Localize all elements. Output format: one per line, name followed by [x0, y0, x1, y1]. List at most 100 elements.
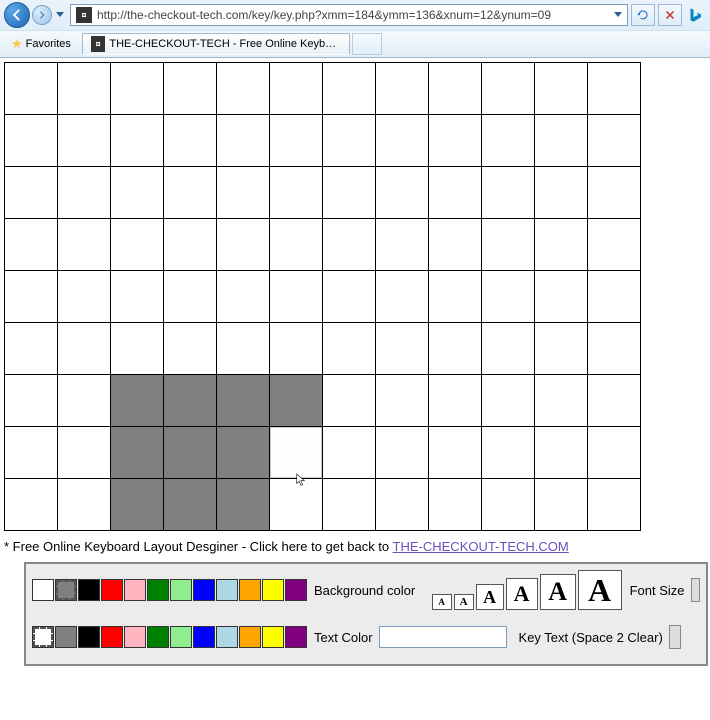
grid-cell[interactable]: [58, 167, 111, 219]
grid-cell[interactable]: [111, 375, 164, 427]
grid-cell[interactable]: [164, 271, 217, 323]
grid-cell[interactable]: [58, 63, 111, 115]
grid-cell[interactable]: [164, 427, 217, 479]
new-tab-button[interactable]: [352, 33, 382, 55]
grid-cell[interactable]: [270, 167, 323, 219]
grid-cell[interactable]: [270, 271, 323, 323]
grid-cell[interactable]: [164, 63, 217, 115]
bg-color-swatch[interactable]: [147, 579, 169, 601]
grid-cell[interactable]: [5, 63, 58, 115]
grid-cell[interactable]: [482, 375, 535, 427]
text-color-swatch[interactable]: [262, 626, 284, 648]
grid-cell[interactable]: [482, 219, 535, 271]
grid-cell[interactable]: [588, 115, 641, 167]
grid-cell[interactable]: [5, 427, 58, 479]
grid-cell[interactable]: [111, 479, 164, 531]
font-size-s[interactable]: A: [454, 594, 474, 610]
grid-cell[interactable]: [270, 323, 323, 375]
grid-cell[interactable]: [429, 271, 482, 323]
grid-cell[interactable]: [323, 63, 376, 115]
grid-cell[interactable]: [111, 219, 164, 271]
grid-cell[interactable]: [429, 63, 482, 115]
back-button[interactable]: [4, 2, 30, 28]
grid-cell[interactable]: [58, 271, 111, 323]
grid-cell[interactable]: [5, 219, 58, 271]
grid-cell[interactable]: [58, 479, 111, 531]
grid-cell[interactable]: [535, 167, 588, 219]
grid-cell[interactable]: [376, 219, 429, 271]
grid-cell[interactable]: [5, 115, 58, 167]
grid-cell[interactable]: [588, 375, 641, 427]
grid-cell[interactable]: [482, 427, 535, 479]
bg-color-swatch[interactable]: [216, 579, 238, 601]
browser-tab-active[interactable]: ¤ THE-CHECKOUT-TECH - Free Online Keyboa…: [82, 33, 350, 55]
grid-cell[interactable]: [482, 271, 535, 323]
grid-cell[interactable]: [217, 323, 270, 375]
address-dropdown[interactable]: [611, 6, 625, 24]
search-engine-box[interactable]: [686, 4, 706, 26]
grid-cell[interactable]: [270, 427, 323, 479]
grid-cell[interactable]: [535, 271, 588, 323]
grid-cell[interactable]: [588, 219, 641, 271]
grid-cell[interactable]: [588, 63, 641, 115]
font-size-l[interactable]: A: [506, 578, 538, 610]
grid-cell[interactable]: [323, 375, 376, 427]
grid-cell[interactable]: [217, 479, 270, 531]
text-color-swatch[interactable]: [78, 626, 100, 648]
grid-cell[interactable]: [376, 479, 429, 531]
grid-cell[interactable]: [270, 63, 323, 115]
grid-cell[interactable]: [429, 323, 482, 375]
grid-cell[interactable]: [482, 63, 535, 115]
keyboard-grid[interactable]: [4, 62, 641, 531]
grid-cell[interactable]: [588, 479, 641, 531]
nav-history-dropdown[interactable]: [54, 4, 66, 26]
grid-cell[interactable]: [270, 115, 323, 167]
grid-cell[interactable]: [535, 219, 588, 271]
grid-cell[interactable]: [5, 271, 58, 323]
key-text-input[interactable]: [379, 626, 507, 648]
grid-cell[interactable]: [217, 427, 270, 479]
text-color-swatch[interactable]: [216, 626, 238, 648]
grid-cell[interactable]: [535, 63, 588, 115]
grid-cell[interactable]: [5, 375, 58, 427]
bg-color-swatch[interactable]: [55, 579, 77, 601]
grid-cell[interactable]: [58, 219, 111, 271]
text-color-swatch[interactable]: [170, 626, 192, 648]
grid-cell[interactable]: [429, 167, 482, 219]
grid-cell[interactable]: [217, 63, 270, 115]
grid-cell[interactable]: [111, 115, 164, 167]
key-text-apply-button[interactable]: [669, 625, 681, 649]
text-color-swatch[interactable]: [124, 626, 146, 648]
grid-cell[interactable]: [111, 167, 164, 219]
grid-cell[interactable]: [323, 115, 376, 167]
text-color-swatch[interactable]: [239, 626, 261, 648]
font-size-xs[interactable]: A: [432, 594, 452, 610]
grid-cell[interactable]: [111, 63, 164, 115]
grid-cell[interactable]: [482, 479, 535, 531]
grid-cell[interactable]: [164, 375, 217, 427]
text-color-swatch[interactable]: [32, 626, 54, 648]
text-color-swatch[interactable]: [193, 626, 215, 648]
favorites-button[interactable]: ★ Favorites: [4, 33, 78, 55]
forward-button[interactable]: [32, 5, 52, 25]
bg-color-swatch[interactable]: [285, 579, 307, 601]
refresh-button[interactable]: [631, 4, 655, 26]
grid-cell[interactable]: [323, 427, 376, 479]
grid-cell[interactable]: [5, 167, 58, 219]
bg-color-swatch[interactable]: [170, 579, 192, 601]
grid-cell[interactable]: [270, 479, 323, 531]
text-color-swatch[interactable]: [285, 626, 307, 648]
grid-cell[interactable]: [429, 219, 482, 271]
stop-button[interactable]: [658, 4, 682, 26]
grid-cell[interactable]: [429, 479, 482, 531]
bg-color-swatch[interactable]: [78, 579, 100, 601]
grid-cell[interactable]: [323, 479, 376, 531]
grid-cell[interactable]: [111, 427, 164, 479]
grid-cell[interactable]: [535, 479, 588, 531]
grid-cell[interactable]: [376, 375, 429, 427]
grid-cell[interactable]: [164, 323, 217, 375]
grid-cell[interactable]: [376, 323, 429, 375]
grid-cell[interactable]: [5, 479, 58, 531]
address-bar[interactable]: ¤: [70, 4, 628, 26]
grid-cell[interactable]: [164, 167, 217, 219]
